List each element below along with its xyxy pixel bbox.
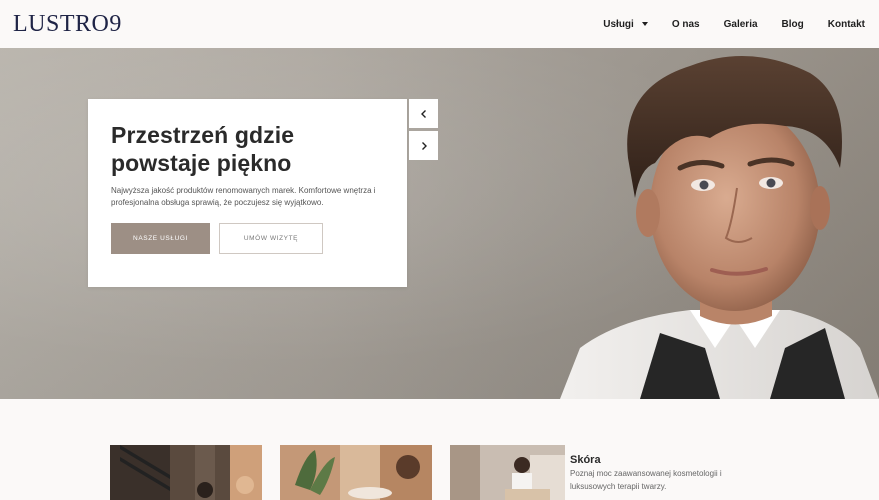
nav-item-label: Usługi	[603, 18, 634, 30]
nav-item-galeria[interactable]: Galeria	[724, 19, 758, 30]
slider-prev-button[interactable]	[409, 99, 438, 128]
nav-item-blog[interactable]: Blog	[782, 19, 804, 30]
chevron-left-icon	[420, 109, 426, 118]
chevron-right-icon	[421, 141, 427, 150]
hero-description: Najwyższa jakość produktów renomowanych …	[111, 186, 376, 207]
service-image-hands[interactable]	[280, 445, 432, 500]
hero-card: Przestrzeń gdzie powstaje piękno Najwyżs…	[88, 99, 407, 287]
nav-item-uslugi[interactable]: Usługi	[603, 19, 648, 30]
nav-item-label: Galeria	[723, 18, 758, 30]
caret-down-icon	[641, 22, 648, 26]
hero-title: Przestrzeń gdzie powstaje piękno	[111, 122, 295, 176]
service-image-hair[interactable]	[110, 445, 262, 500]
nav-item-label: Blog	[781, 18, 804, 30]
nav-item-o-nas[interactable]: O nas	[672, 19, 700, 30]
service-description: Poznaj moc zaawansowanej kosmetologii i …	[570, 469, 722, 491]
book-visit-button[interactable]: UMÓW WIZYTĘ	[219, 223, 323, 254]
site-logo[interactable]: LUSTRO9	[13, 12, 122, 36]
service-image-skin[interactable]	[450, 445, 565, 500]
services-section: Skóra Poznaj moc zaawansowanej kosmetolo…	[0, 399, 879, 500]
nav-item-label: Kontakt	[827, 18, 865, 30]
slider-next-button[interactable]	[409, 131, 438, 160]
hero-buttons: NASZE USŁUGI UMÓW WIZYTĘ	[111, 223, 384, 254]
site-header: LUSTRO9 Usługi O nas Galeria Blog Kontak…	[0, 0, 879, 48]
our-services-button[interactable]: NASZE USŁUGI	[111, 223, 210, 254]
service-title[interactable]: Skóra	[570, 454, 601, 466]
nav-item-kontakt[interactable]: Kontakt	[828, 19, 865, 30]
nav-item-label: O nas	[671, 18, 700, 30]
hero-section: Przestrzeń gdzie powstaje piękno Najwyżs…	[0, 48, 879, 399]
main-nav: Usługi O nas Galeria Blog Kontakt	[603, 19, 865, 30]
hero-portrait-image	[560, 56, 879, 399]
